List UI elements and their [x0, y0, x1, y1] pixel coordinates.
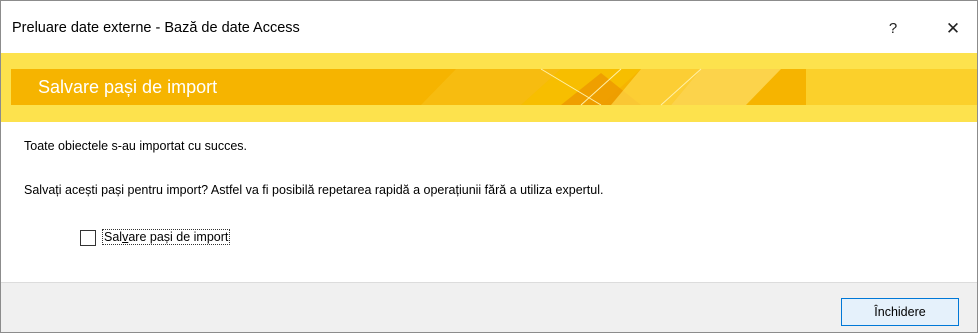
dialog-footer: Închidere: [1, 282, 977, 332]
close-window-button[interactable]: ✕: [938, 15, 968, 43]
import-dialog: Preluare date externe - Bază de date Acc…: [0, 0, 978, 333]
window-title: Preluare date externe - Bază de date Acc…: [12, 20, 300, 36]
banner-title: Salvare pași de import: [38, 77, 218, 97]
dialog-content: Toate obiectele s-au importat cu succes.…: [1, 122, 977, 282]
save-steps-checkbox[interactable]: [80, 230, 96, 246]
close-button[interactable]: Închidere: [841, 298, 959, 326]
help-button[interactable]: ?: [879, 15, 907, 43]
success-message: Toate obiectele s-au importat cu succes.: [24, 139, 248, 153]
wizard-banner: Salvare pași de import: [1, 53, 977, 122]
save-steps-question: Salvați acești pași pentru import? Astfe…: [24, 183, 604, 197]
save-steps-checkbox-label[interactable]: Salvare pași de import: [102, 229, 231, 245]
title-bar: Preluare date externe - Bază de date Acc…: [1, 1, 977, 53]
